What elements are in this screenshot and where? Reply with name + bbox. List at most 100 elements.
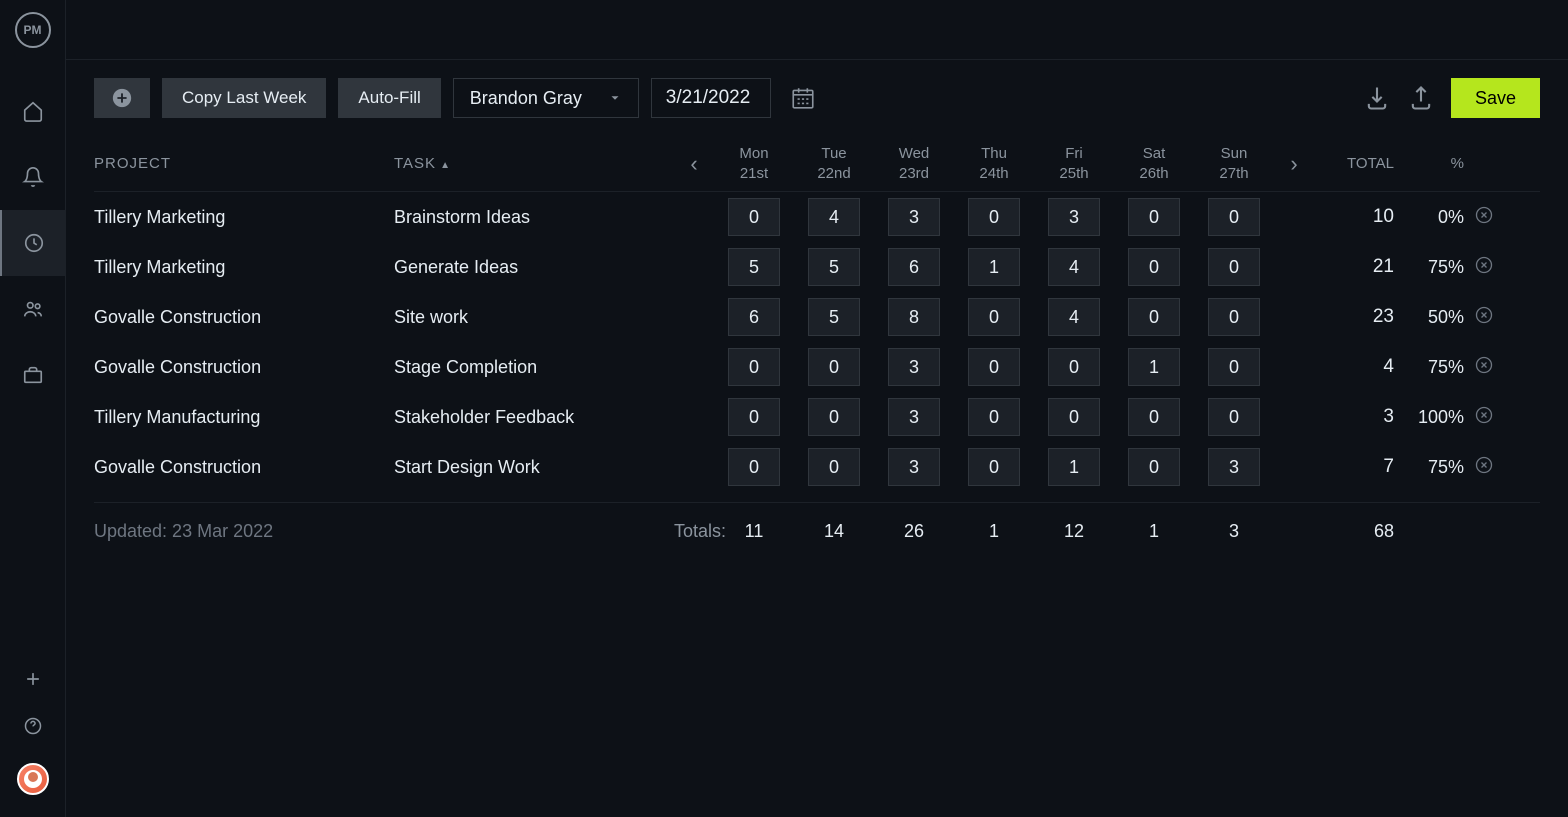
table-row: Govalle Construction Site work 23 50% <box>94 292 1540 342</box>
nav-notifications[interactable] <box>0 144 66 210</box>
hour-input[interactable] <box>968 198 1020 236</box>
hour-input[interactable] <box>1128 198 1180 236</box>
hour-input[interactable] <box>1048 198 1100 236</box>
user-select[interactable]: Brandon Gray <box>453 78 639 118</box>
hour-input[interactable] <box>968 448 1020 486</box>
hour-input[interactable] <box>1128 448 1180 486</box>
project-cell: Govalle Construction <box>94 307 394 328</box>
delete-row-button[interactable] <box>1464 205 1504 230</box>
col-total: TOTAL <box>1314 155 1394 172</box>
save-button[interactable]: Save <box>1451 78 1540 118</box>
prev-week-button[interactable]: ‹ <box>674 151 714 177</box>
task-cell: Site work <box>394 307 674 328</box>
hour-input[interactable] <box>1128 398 1180 436</box>
grand-total: 68 <box>1314 521 1394 542</box>
hour-input[interactable] <box>888 348 940 386</box>
hour-input[interactable] <box>808 348 860 386</box>
delete-row-button[interactable] <box>1464 455 1504 480</box>
hour-input[interactable] <box>728 348 780 386</box>
nav <box>0 78 65 408</box>
date-value: 3/21/2022 <box>666 87 751 109</box>
hour-input[interactable] <box>1208 398 1260 436</box>
hour-input[interactable] <box>728 198 780 236</box>
hour-input[interactable] <box>1128 248 1180 286</box>
import-button[interactable] <box>1363 84 1391 112</box>
hour-input[interactable] <box>1208 298 1260 336</box>
add-row-button[interactable] <box>94 78 150 118</box>
briefcase-icon <box>22 364 44 386</box>
clock-icon <box>23 232 45 254</box>
hour-input[interactable] <box>968 248 1020 286</box>
avatar[interactable] <box>17 763 49 795</box>
delete-row-button[interactable] <box>1464 405 1504 430</box>
delete-row-button[interactable] <box>1464 305 1504 330</box>
col-task[interactable]: TASK▲ <box>394 155 674 172</box>
toolbar: Copy Last Week Auto-Fill Brandon Gray 3/… <box>66 60 1568 136</box>
hour-input[interactable] <box>1048 348 1100 386</box>
row-total: 21 <box>1314 256 1394 278</box>
delete-row-button[interactable] <box>1464 255 1504 280</box>
hour-input[interactable] <box>888 448 940 486</box>
nav-team[interactable] <box>0 276 66 342</box>
hour-input[interactable] <box>728 298 780 336</box>
next-week-button[interactable]: › <box>1274 151 1314 177</box>
sidebar: PM <box>0 0 66 817</box>
hour-input[interactable] <box>1048 248 1100 286</box>
project-cell: Govalle Construction <box>94 457 394 478</box>
hour-input[interactable] <box>728 248 780 286</box>
hour-input[interactable] <box>1128 348 1180 386</box>
hour-input[interactable] <box>1048 298 1100 336</box>
nav-portfolio[interactable] <box>0 342 66 408</box>
hour-input[interactable] <box>888 398 940 436</box>
nav-home[interactable] <box>0 78 66 144</box>
hour-input[interactable] <box>808 398 860 436</box>
hour-input[interactable] <box>1208 448 1260 486</box>
hour-input[interactable] <box>968 348 1020 386</box>
chevron-down-icon <box>608 91 622 105</box>
total-fri: 12 <box>1034 521 1114 542</box>
hour-input[interactable] <box>808 248 860 286</box>
hour-input[interactable] <box>1208 348 1260 386</box>
toolbar-right: Save <box>1363 78 1540 118</box>
table-row: Govalle Construction Start Design Work 7… <box>94 442 1540 492</box>
delete-row-button[interactable] <box>1464 355 1504 380</box>
row-total: 4 <box>1314 356 1394 378</box>
hour-input[interactable] <box>1208 248 1260 286</box>
hour-input[interactable] <box>888 198 940 236</box>
hour-input[interactable] <box>1208 198 1260 236</box>
col-project[interactable]: PROJECT <box>94 155 394 172</box>
row-pct: 75% <box>1394 457 1464 478</box>
nav-timesheet[interactable] <box>0 210 66 276</box>
table-row: Tillery Marketing Brainstorm Ideas 10 0% <box>94 192 1540 242</box>
download-icon <box>1363 84 1391 112</box>
hour-input[interactable] <box>728 448 780 486</box>
nav-help[interactable] <box>23 716 43 741</box>
hour-input[interactable] <box>808 198 860 236</box>
date-input[interactable]: 3/21/2022 <box>651 78 771 118</box>
day-thu: Thu24th <box>954 144 1034 183</box>
close-circle-icon <box>1474 255 1494 275</box>
task-cell: Brainstorm Ideas <box>394 207 674 228</box>
hour-input[interactable] <box>888 298 940 336</box>
task-cell: Stakeholder Feedback <box>394 407 674 428</box>
copy-last-week-button[interactable]: Copy Last Week <box>162 78 326 118</box>
plus-icon <box>23 669 43 689</box>
hour-input[interactable] <box>728 398 780 436</box>
hour-input[interactable] <box>1048 448 1100 486</box>
hour-input[interactable] <box>1048 398 1100 436</box>
hour-input[interactable] <box>968 398 1020 436</box>
hour-input[interactable] <box>888 248 940 286</box>
hour-input[interactable] <box>1128 298 1180 336</box>
total-mon: 11 <box>714 521 794 542</box>
nav-add[interactable] <box>23 669 43 694</box>
project-cell: Govalle Construction <box>94 357 394 378</box>
row-total: 23 <box>1314 306 1394 328</box>
project-cell: Tillery Manufacturing <box>94 407 394 428</box>
hour-input[interactable] <box>808 448 860 486</box>
hour-input[interactable] <box>968 298 1020 336</box>
calendar-button[interactable] <box>783 78 823 118</box>
hour-input[interactable] <box>808 298 860 336</box>
autofill-button[interactable]: Auto-Fill <box>338 78 440 118</box>
logo: PM <box>15 12 51 48</box>
export-button[interactable] <box>1407 84 1435 112</box>
